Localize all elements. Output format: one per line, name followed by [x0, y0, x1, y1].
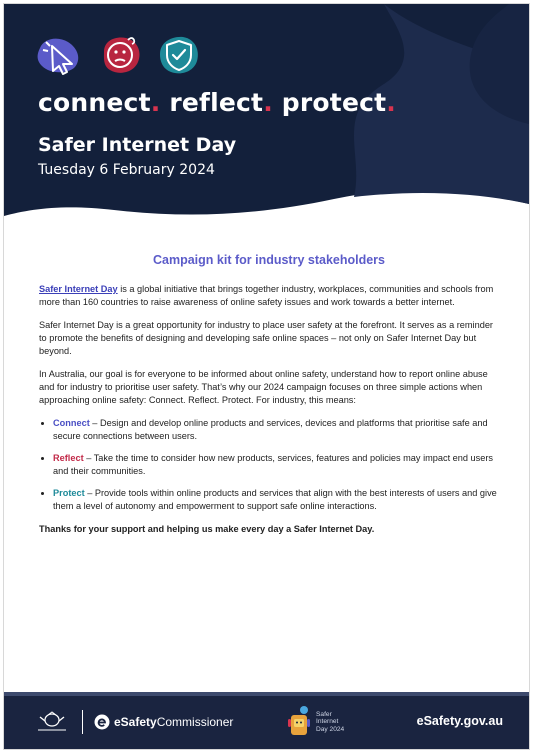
esafety-wordmark-rest: Commissioner [156, 715, 234, 729]
header-banner: connect. reflect. protect. Safer Interne… [4, 4, 529, 244]
tagline-dot: . [386, 88, 396, 117]
kit-title: Campaign kit for industry stakeholders [153, 253, 385, 267]
paragraph-3: In Australia, our goal is for everyone t… [39, 369, 488, 405]
campaign-icons [34, 34, 202, 76]
safer-internet-day-logo: Safer Internet Day 2024 [286, 704, 344, 740]
tagline-reflect: reflect [169, 88, 264, 117]
safer-internet-day-logo-icon [288, 706, 310, 735]
australian-government-crest-icon [38, 711, 66, 731]
tagline-dot: . [150, 88, 161, 117]
tagline-protect: protect [281, 88, 387, 117]
bullet-text: – Take the time to consider how new prod… [53, 453, 494, 476]
campaign-tagline: connect. reflect. protect. [38, 88, 396, 117]
thanks-statement: Thanks for your support and helping us m… [39, 524, 375, 534]
actions-list: Connect – Design and develop online prod… [39, 417, 499, 513]
list-item: Reflect – Take the time to consider how … [53, 452, 499, 478]
safer-internet-day-link[interactable]: Safer Internet Day [39, 284, 118, 294]
list-item: Protect – Provide tools within online pr… [53, 487, 499, 513]
tagline-connect: connect [38, 88, 151, 117]
footer-divider [82, 710, 83, 734]
footer: eSafetyCommissioner Safer Internet Day 2… [4, 696, 529, 749]
connect-cursor-icon [37, 38, 79, 75]
event-title: Safer Internet Day [38, 134, 237, 156]
tagline-dot: . [263, 88, 273, 117]
main-content: Campaign kit for industry stakeholders S… [39, 254, 499, 546]
intro-paragraph: Safer Internet Day is a global initiativ… [39, 283, 499, 309]
list-item: Connect – Design and develop online prod… [53, 417, 499, 443]
bullet-text: – Design and develop online products and… [53, 418, 488, 441]
safer-internet-day-logo-text: Safer Internet Day 2024 [316, 710, 345, 733]
esafety-wordmark: eSafetyCommissioner [114, 715, 233, 729]
protect-shield-icon [160, 36, 198, 74]
esafety-wordmark-bold: eSafety [114, 715, 157, 729]
connect-keyword: Connect [53, 418, 90, 428]
website-url[interactable]: eSafety.gov.au [417, 714, 503, 728]
reflect-keyword: Reflect [53, 453, 84, 463]
esafety-commissioner-logo: eSafetyCommissioner [94, 714, 233, 730]
document-page: connect. reflect. protect. Safer Interne… [4, 4, 529, 749]
event-date: Tuesday 6 February 2024 [38, 162, 215, 178]
bullet-text: – Provide tools within online products a… [53, 488, 497, 511]
reflect-face-icon [103, 37, 140, 73]
protect-keyword: Protect [53, 488, 85, 498]
esafety-logo-icon [94, 714, 110, 730]
paragraph-2: Safer Internet Day is a great opportunit… [39, 320, 493, 356]
